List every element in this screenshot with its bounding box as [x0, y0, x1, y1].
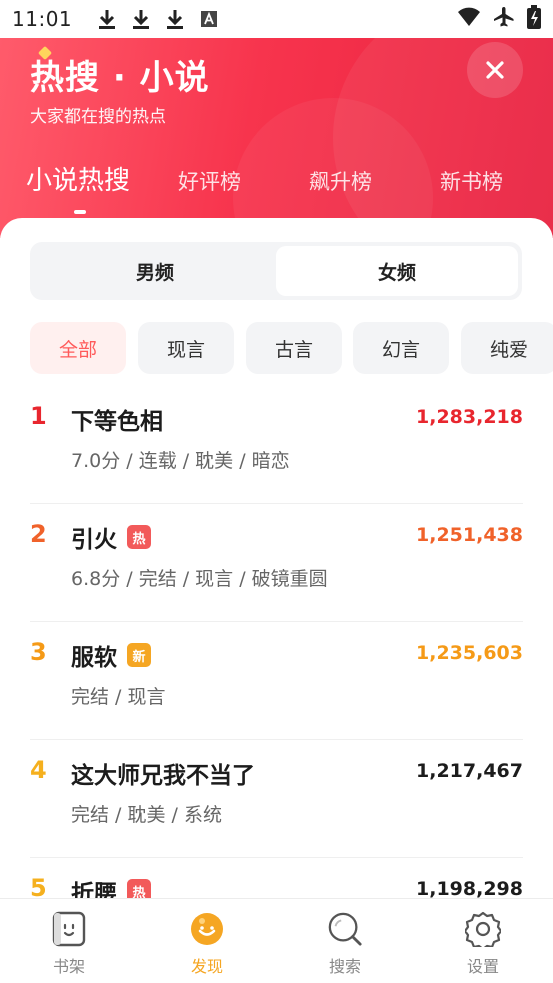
search-count: 1,235,603	[416, 642, 523, 664]
list-item[interactable]: 2 引火热 6.8分 / 完结 / 现言 / 破镜重圆 1,251,438	[30, 504, 523, 622]
rank-number: 3	[30, 638, 47, 666]
nav-item-bookshelf[interactable]: 书架	[29, 911, 109, 977]
nav-item-search[interactable]: 搜索	[305, 911, 385, 977]
download-icon	[162, 6, 188, 32]
book-meta: 完结 / 耽美 / 系统	[71, 804, 222, 826]
hot-badge: 热	[127, 525, 151, 549]
settings-icon	[465, 911, 501, 947]
nav-label: 设置	[466, 957, 499, 976]
close-icon	[486, 61, 504, 79]
tab-top-rated[interactable]: 好评榜	[178, 166, 241, 196]
status-bar: 11:01	[0, 0, 553, 38]
search-count: 1,283,218	[416, 406, 523, 428]
category-chip-fantasy[interactable]: 幻言	[353, 322, 449, 374]
book-meta: 6.8分 / 完结 / 现言 / 破镜重圆	[71, 568, 328, 590]
book-title: 折腰热	[71, 874, 151, 898]
ranking-tabs: 小说热搜 好评榜 飙升榜 新书榜	[0, 158, 553, 218]
nav-label: 搜索	[328, 957, 361, 976]
font-icon	[196, 6, 222, 32]
airplane-icon	[493, 6, 515, 33]
category-chips: 全部 现言 古言 幻言 纯爱	[30, 322, 553, 376]
gender-male-option[interactable]: 男频	[34, 246, 276, 296]
status-time: 11:01	[12, 7, 73, 31]
nav-label: 发现	[190, 957, 223, 976]
bottom-nav: 书架 发现 搜索 设置	[0, 898, 553, 983]
list-item[interactable]: 5 折腰热 1,198,298	[30, 858, 523, 898]
bookshelf-icon	[51, 911, 87, 947]
main-card: 男频 女频 全部 现言 古言 幻言 纯爱 1 下等色相 7.0分 / 连载 / …	[0, 218, 553, 898]
book-title: 下等色相	[71, 409, 163, 435]
gender-female-option[interactable]: 女频	[276, 246, 518, 296]
battery-icon	[527, 4, 541, 34]
list-item[interactable]: 1 下等色相 7.0分 / 连载 / 耽美 / 暗恋 1,283,218	[30, 386, 523, 504]
search-icon	[327, 911, 363, 947]
rank-number: 4	[30, 756, 47, 784]
page-title: 热搜 · 小说	[30, 45, 210, 99]
book-title: 服软新	[71, 638, 151, 672]
nav-item-discover[interactable]: 发现	[167, 911, 247, 977]
list-item[interactable]: 3 服软新 完结 / 现言 1,235,603	[30, 622, 523, 740]
book-title: 这大师兄我不当了	[71, 763, 255, 789]
nav-label: 书架	[52, 957, 85, 976]
list-item[interactable]: 4 这大师兄我不当了 完结 / 耽美 / 系统 1,217,467	[30, 740, 523, 858]
book-meta: 完结 / 现言	[71, 686, 166, 708]
category-chip-ancient[interactable]: 古言	[246, 322, 342, 374]
search-count: 1,217,467	[416, 760, 523, 782]
category-chip-bl[interactable]: 纯爱	[461, 322, 553, 374]
category-chip-all[interactable]: 全部	[30, 322, 126, 374]
hero-header: 热搜 · 小说 大家都在搜的热点 小说热搜 好评榜 飙升榜 新书榜	[0, 38, 553, 238]
tab-new-books[interactable]: 新书榜	[440, 166, 503, 196]
search-count: 1,198,298	[416, 878, 523, 898]
tab-indicator	[74, 210, 86, 214]
download-icon	[128, 6, 154, 32]
gender-switch: 男频 女频	[30, 242, 522, 300]
rank-number: 2	[30, 520, 47, 548]
tab-rising[interactable]: 飙升榜	[309, 166, 372, 196]
download-icon	[94, 6, 120, 32]
discover-icon	[189, 911, 225, 947]
tab-novel-hot[interactable]: 小说热搜	[26, 160, 130, 197]
nav-item-settings[interactable]: 设置	[443, 911, 523, 977]
page-subtitle: 大家都在搜的热点	[30, 107, 166, 127]
wifi-icon	[457, 7, 481, 32]
book-title: 引火热	[71, 520, 151, 554]
search-count: 1,251,438	[416, 524, 523, 546]
rank-number: 1	[30, 402, 47, 430]
rank-number: 5	[30, 874, 47, 898]
close-button[interactable]	[467, 42, 523, 98]
hot-badge: 热	[127, 879, 151, 898]
status-right	[457, 4, 541, 34]
book-meta: 7.0分 / 连载 / 耽美 / 暗恋	[71, 450, 290, 472]
new-badge: 新	[127, 643, 151, 667]
category-chip-modern[interactable]: 现言	[138, 322, 234, 374]
